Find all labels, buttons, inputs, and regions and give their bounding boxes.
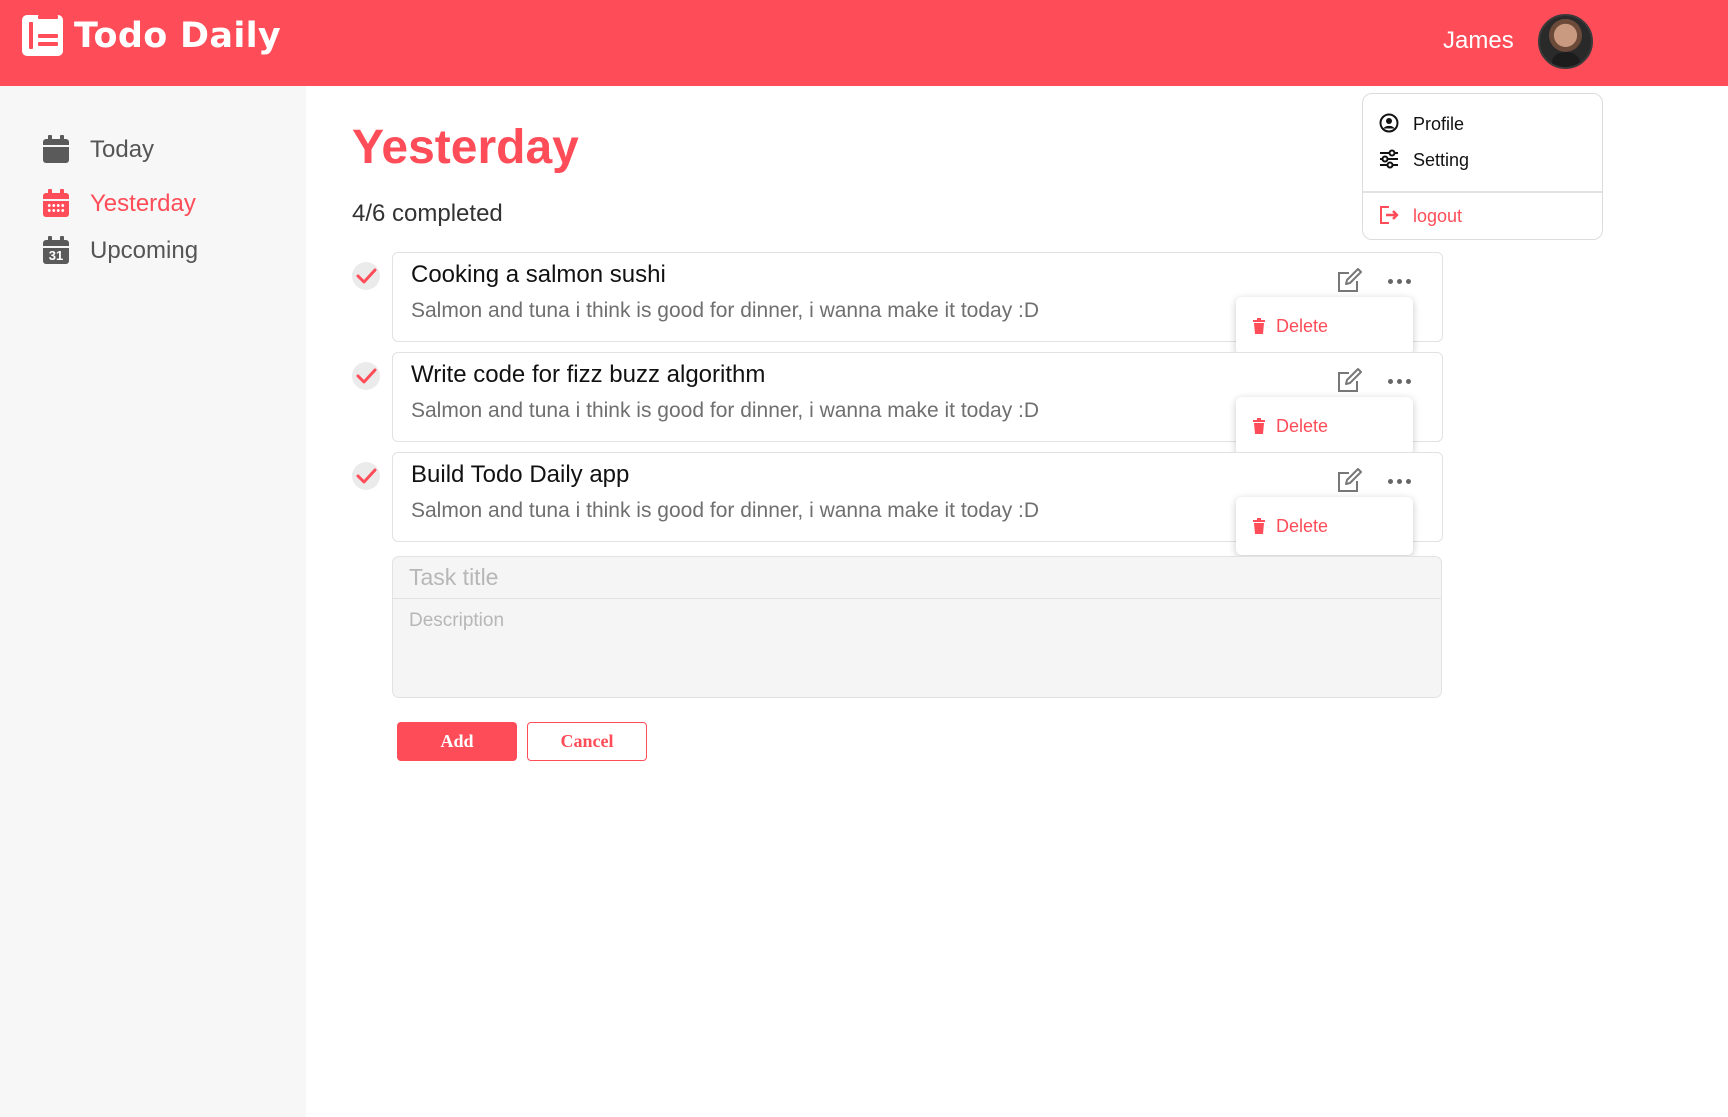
- sliders-icon: [1379, 149, 1401, 171]
- user-circle-icon: [1379, 113, 1401, 135]
- profile-menu-item[interactable]: Profile: [1379, 113, 1464, 135]
- check-icon: [356, 268, 377, 284]
- sidebar-item-label: Yesterday: [90, 190, 196, 217]
- delete-label: Delete: [1276, 415, 1329, 436]
- edit-icon[interactable]: [1335, 367, 1365, 397]
- calendar-icon: [42, 135, 70, 164]
- sidebar-item-today[interactable]: Today: [42, 135, 155, 164]
- calendar-31-icon: 31: [42, 236, 70, 265]
- setting-menu-item[interactable]: Setting: [1379, 149, 1469, 171]
- delete-menu-item[interactable]: Delete: [1236, 297, 1413, 355]
- avatar[interactable]: [1538, 14, 1593, 69]
- delete-menu-item[interactable]: Delete: [1236, 397, 1413, 455]
- add-task-button[interactable]: Add: [397, 722, 517, 761]
- app-name: Todo Daily: [74, 15, 282, 56]
- edit-icon[interactable]: [1335, 267, 1365, 297]
- trash-icon: [1253, 418, 1265, 434]
- task-title-input[interactable]: [393, 557, 1441, 599]
- logout-icon: [1379, 205, 1401, 227]
- app-logo[interactable]: Todo Daily: [22, 15, 281, 56]
- task-description: Salmon and tuna i think is good for dinn…: [411, 299, 1040, 322]
- logout-menu-item[interactable]: logout: [1379, 205, 1462, 227]
- trash-icon: [1253, 518, 1265, 534]
- task-description-input[interactable]: [393, 600, 1441, 696]
- sidebar-item-label: Today: [90, 136, 155, 163]
- task-checkbox[interactable]: [352, 262, 380, 290]
- task-description: Salmon and tuna i think is good for dinn…: [411, 499, 1040, 522]
- trash-icon: [1253, 318, 1265, 334]
- profile-label: Profile: [1413, 113, 1465, 134]
- user-name[interactable]: James: [1443, 27, 1514, 55]
- page-title: Yesterday: [352, 121, 579, 174]
- sidebar-item-yesterday[interactable]: Yesterday: [42, 189, 196, 218]
- calendar-grid-icon: [42, 189, 70, 218]
- delete-label: Delete: [1276, 515, 1329, 536]
- task-title: Build Todo Daily app: [411, 461, 630, 488]
- delete-label: Delete: [1276, 315, 1329, 336]
- task-checkbox[interactable]: [352, 362, 380, 390]
- menu-divider: [1363, 191, 1602, 193]
- list-icon: [22, 15, 63, 56]
- more-options-icon[interactable]: [1388, 271, 1414, 291]
- logout-label: logout: [1413, 205, 1463, 226]
- task-title: Write code for fizz buzz algorithm: [411, 361, 766, 388]
- task-description: Salmon and tuna i think is good for dinn…: [411, 399, 1040, 422]
- check-icon: [356, 468, 377, 484]
- sidebar-item-upcoming[interactable]: 31 Upcoming: [42, 236, 199, 265]
- more-options-icon[interactable]: [1388, 371, 1414, 391]
- cancel-button[interactable]: Cancel: [527, 722, 647, 761]
- task-title: Cooking a salmon sushi: [411, 261, 666, 288]
- check-icon: [356, 368, 377, 384]
- sidebar: Today Yesterday 31 Upcoming: [0, 86, 306, 1117]
- sidebar-item-label: Upcoming: [90, 237, 199, 264]
- setting-label: Setting: [1413, 149, 1470, 170]
- app-header: Todo Daily James: [0, 0, 1728, 86]
- profile-dropdown: Profile Setting logout: [1362, 93, 1603, 240]
- task-checkbox[interactable]: [352, 462, 380, 490]
- delete-menu-item[interactable]: Delete: [1236, 497, 1413, 555]
- new-task-form: [392, 556, 1442, 698]
- more-options-icon[interactable]: [1388, 471, 1414, 491]
- progress-count: 4/6 completed: [352, 200, 503, 227]
- edit-icon[interactable]: [1335, 467, 1365, 497]
